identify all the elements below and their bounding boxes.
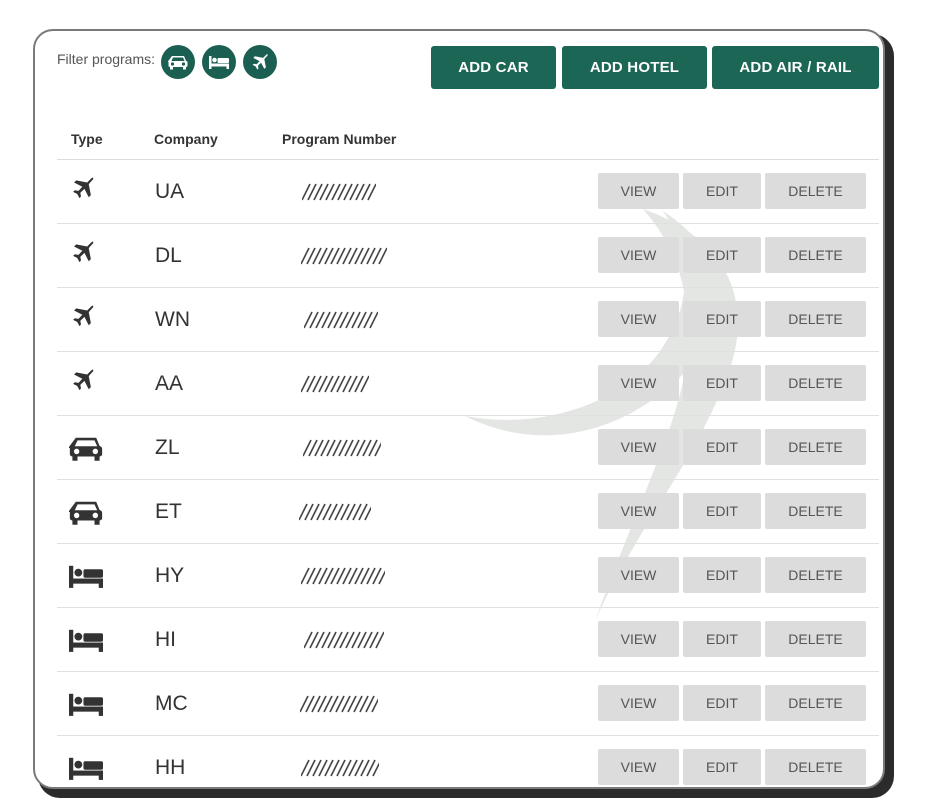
program-number-redacted [300, 695, 378, 713]
company-code: DL [155, 244, 182, 267]
plane-icon [71, 368, 95, 397]
delete-button[interactable]: DELETE [765, 557, 866, 593]
company-code: MC [155, 692, 188, 715]
program-number-redacted [303, 439, 381, 457]
table-row: HH VIEW EDIT DELETE [57, 736, 879, 787]
column-header-company: Company [154, 131, 218, 147]
add-hotel-button[interactable]: ADD HOTEL [562, 46, 707, 89]
filter-bar: Filter programs: [57, 45, 284, 79]
view-button[interactable]: VIEW [598, 365, 679, 401]
view-button[interactable]: VIEW [598, 749, 679, 785]
filter-air-button[interactable] [243, 45, 278, 79]
bed-icon [69, 628, 103, 657]
car-icon [68, 498, 103, 531]
company-code: ET [155, 500, 182, 523]
programs-panel: Filter programs: ADD CAR ADD HOTEL ADD A… [33, 29, 885, 789]
edit-button[interactable]: EDIT [683, 749, 761, 785]
delete-button[interactable]: DELETE [765, 493, 866, 529]
filter-car-button[interactable] [161, 45, 196, 79]
program-number-redacted [302, 183, 376, 201]
edit-button[interactable]: EDIT [683, 621, 761, 657]
program-number-redacted [301, 375, 369, 393]
company-code: HY [155, 564, 185, 587]
company-code: WN [155, 308, 190, 331]
view-button[interactable]: VIEW [598, 237, 679, 273]
table-row: DL VIEW EDIT DELETE [57, 224, 879, 288]
filter-hotel-button[interactable] [202, 45, 237, 79]
view-button[interactable]: VIEW [598, 429, 679, 465]
add-car-button[interactable]: ADD CAR [431, 46, 556, 89]
edit-button[interactable]: EDIT [683, 493, 761, 529]
edit-button[interactable]: EDIT [683, 685, 761, 721]
bed-icon [69, 692, 103, 721]
program-number-redacted [299, 503, 371, 521]
edit-button[interactable]: EDIT [683, 237, 761, 273]
table-row: HY VIEW EDIT DELETE [57, 544, 879, 608]
plane-icon [71, 176, 95, 205]
table-row: HI VIEW EDIT DELETE [57, 608, 879, 672]
view-button[interactable]: VIEW [598, 621, 679, 657]
edit-button[interactable]: EDIT [683, 365, 761, 401]
bed-icon [69, 756, 103, 785]
program-number-redacted [301, 759, 379, 777]
car-icon [68, 434, 103, 467]
delete-button[interactable]: DELETE [765, 749, 866, 785]
plane-icon [71, 240, 95, 269]
car-icon [168, 56, 188, 70]
delete-button[interactable]: DELETE [765, 365, 866, 401]
company-code: AA [155, 372, 184, 395]
filter-label: Filter programs: [57, 51, 156, 67]
delete-button[interactable]: DELETE [765, 685, 866, 721]
table-row: MC VIEW EDIT DELETE [57, 672, 879, 736]
program-number-redacted [304, 631, 384, 649]
company-code: HI [155, 628, 176, 651]
company-code: UA [155, 180, 185, 203]
program-number-redacted [301, 247, 387, 265]
delete-button[interactable]: DELETE [765, 237, 866, 273]
plane-icon [71, 304, 95, 333]
program-number-redacted [301, 567, 385, 585]
table-row: ET VIEW EDIT DELETE [57, 480, 879, 544]
bed-icon [209, 56, 230, 69]
edit-button[interactable]: EDIT [683, 557, 761, 593]
edit-button[interactable]: EDIT [683, 429, 761, 465]
column-header-program-number: Program Number [282, 131, 397, 147]
company-code: HH [155, 756, 186, 779]
plane-icon [252, 54, 268, 70]
programs-table-body: UA VIEW EDIT DELETE DL VIEW EDIT DELETE WN VIEW… [57, 160, 879, 787]
add-air-rail-button[interactable]: ADD AIR / RAIL [712, 46, 879, 89]
view-button[interactable]: VIEW [598, 557, 679, 593]
delete-button[interactable]: DELETE [765, 173, 866, 209]
column-header-type: Type [71, 131, 103, 147]
table-row: AA VIEW EDIT DELETE [57, 352, 879, 416]
edit-button[interactable]: EDIT [683, 173, 761, 209]
table-row: UA VIEW EDIT DELETE [57, 160, 879, 224]
view-button[interactable]: VIEW [598, 685, 679, 721]
edit-button[interactable]: EDIT [683, 301, 761, 337]
company-code: ZL [155, 436, 180, 459]
view-button[interactable]: VIEW [598, 493, 679, 529]
delete-button[interactable]: DELETE [765, 429, 866, 465]
delete-button[interactable]: DELETE [765, 621, 866, 657]
table-row: WN VIEW EDIT DELETE [57, 288, 879, 352]
view-button[interactable]: VIEW [598, 301, 679, 337]
bed-icon [69, 564, 103, 593]
view-button[interactable]: VIEW [598, 173, 679, 209]
program-number-redacted [304, 311, 378, 329]
delete-button[interactable]: DELETE [765, 301, 866, 337]
table-row: ZL VIEW EDIT DELETE [57, 416, 879, 480]
